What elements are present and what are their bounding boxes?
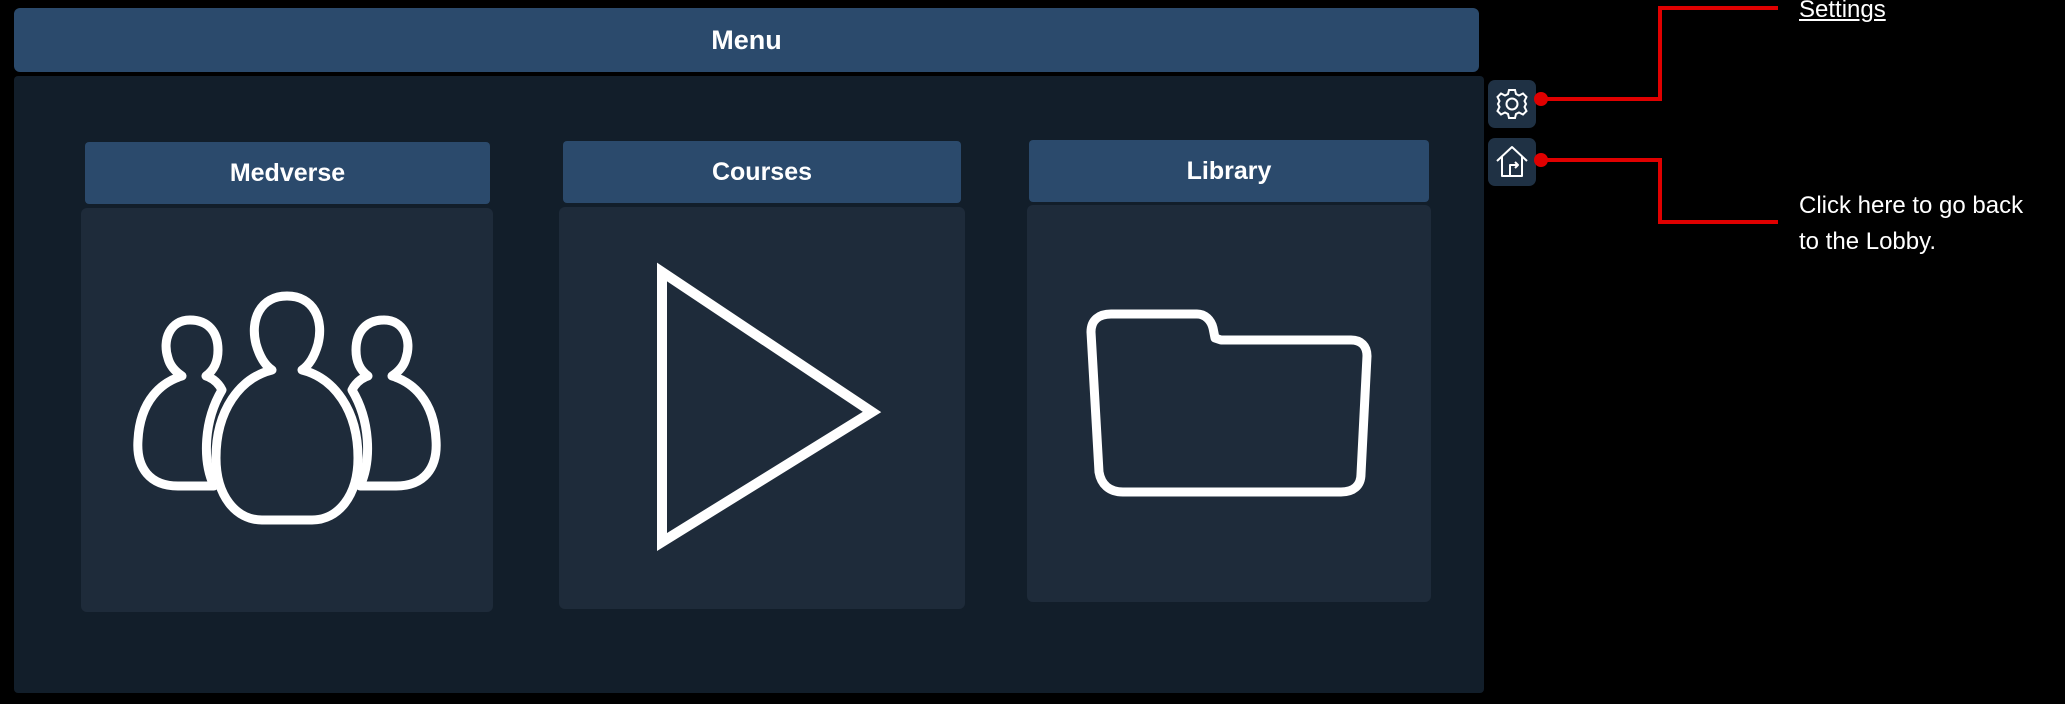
lobby-annotation: Click here to go back to the Lobby. xyxy=(1799,188,2059,260)
settings-annotation-text: Settings xyxy=(1799,0,1886,23)
lobby-annotation-line1: Click here to go back xyxy=(1799,192,2024,219)
lobby-annotation-line2: to the Lobby. xyxy=(1799,228,1936,255)
settings-annotation: Settings xyxy=(1799,0,1886,28)
callout-lines xyxy=(1534,6,1778,224)
